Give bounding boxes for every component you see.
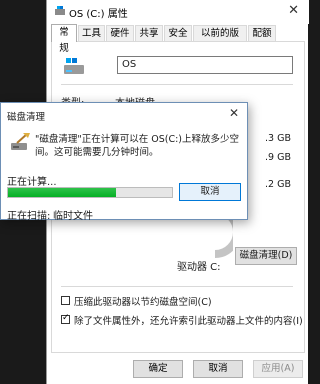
disk-cleanup-dialog: 磁盘清理 ✕ "磁盘清理"正在计算可以在 OS(C:)上释放多少空间。这可能需要… [0,102,248,222]
dialog-title: 磁盘清理 [7,112,46,123]
progress-fill [8,188,117,197]
disk-cleanup-button[interactable]: 磁盘清理(D) [235,247,297,265]
local-disk-icon [64,58,84,74]
tab-quota[interactable]: 配额 [248,25,276,41]
compress-label: 压缩此驱动器以节约磁盘空间(C) [74,297,212,308]
apply-button[interactable]: 应用(A) [253,360,303,378]
dialog-cancel-button[interactable]: 取消 [179,183,241,201]
index-checkbox[interactable] [61,313,70,324]
calculating-label: 正在计算... [7,177,57,188]
close-icon[interactable]: ✕ [288,3,299,18]
drive-icon [55,6,65,15]
tab-tools[interactable]: 工具 [78,25,105,41]
free-space-size: .9 GB [265,152,291,163]
progress-bar [7,187,173,198]
properties-titlebar: OS (C:) 属性 ✕ [47,0,309,24]
tab-security[interactable]: 安全 [164,25,192,41]
close-icon[interactable]: ✕ [229,106,239,120]
index-label: 除了文件属性外，还允许索引此驱动器上文件的内容(I) [74,316,303,327]
tab-sharing[interactable]: 共享 [135,25,163,41]
properties-title: OS (C:) 属性 [69,9,128,20]
drive-label: 驱动器 C: [177,262,221,273]
ok-button[interactable]: 确定 [133,360,183,378]
tab-previous-versions[interactable]: 以前的版本 [193,25,247,55]
scanning-value: 临时文件 [53,211,93,222]
compress-checkbox[interactable] [61,296,70,305]
tab-general[interactable]: 常规 [51,24,77,54]
scanning-label: 正在扫描: [7,211,51,222]
separator [61,84,293,85]
tab-strip: 常规 工具 硬件 共享 安全 以前的版本 配额 [51,24,305,55]
separator [61,286,293,287]
used-space-size: .3 GB [265,133,291,144]
dialog-message: "磁盘清理"正在计算可以在 OS(C:)上释放多少空间。这可能需要几分钟时间。 [35,134,240,158]
disk-cleanup-icon [11,133,30,150]
tab-hardware[interactable]: 硬件 [106,25,134,41]
drive-name-input[interactable]: OS [117,56,293,74]
capacity-size: .2 GB [265,179,291,190]
cancel-button[interactable]: 取消 [193,360,243,378]
